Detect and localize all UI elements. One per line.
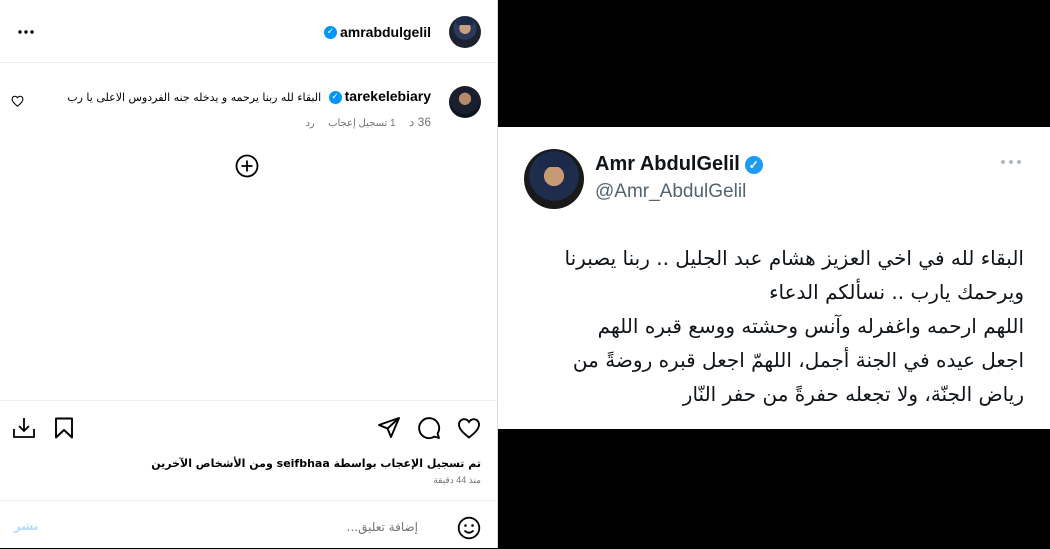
instagram-post-panel: ✓ amrabdulgelil tarekelebiary✓ البقاء لله… bbox=[0, 0, 498, 548]
bookmark-icon[interactable] bbox=[53, 417, 75, 439]
download-icon[interactable] bbox=[11, 415, 37, 441]
verified-badge-icon: ✓ bbox=[744, 155, 763, 174]
tweet-author-handle: @Amr_AbdulGelil bbox=[595, 181, 747, 202]
tweet-more-icon bbox=[1000, 157, 1022, 167]
author-username[interactable]: amrabdulgelil bbox=[340, 24, 431, 40]
post-header: ✓ amrabdulgelil bbox=[0, 0, 497, 63]
load-more-comments-icon[interactable] bbox=[235, 154, 259, 178]
comment-time: 36 د bbox=[408, 115, 431, 129]
comment-reply[interactable]: رد bbox=[305, 118, 314, 129]
comment-likes[interactable]: 1 تسجيل إعجاب bbox=[328, 118, 396, 129]
verified-badge-icon: ✓ bbox=[328, 90, 342, 104]
author-avatar[interactable] bbox=[449, 16, 481, 48]
tweet-card: Amr AbdulGelil ✓ @Amr_AbdulGelil البقاء ل… bbox=[498, 127, 1050, 429]
comment-like-icon[interactable] bbox=[11, 95, 24, 107]
commenter-username[interactable]: tarekelebiary bbox=[345, 88, 431, 104]
verified-badge-icon: ✓ bbox=[323, 26, 337, 39]
post-comment-button[interactable]: نشر bbox=[14, 519, 38, 533]
comment-body: tarekelebiary✓ البقاء لله ربنا يرحمه و ي… bbox=[11, 88, 431, 129]
tweet-author-avatar bbox=[524, 149, 584, 209]
tweet-author-name-text: Amr AbdulGelil bbox=[595, 153, 740, 175]
commenter-avatar[interactable] bbox=[449, 86, 481, 118]
tweet-image-panel: Amr AbdulGelil ✓ @Amr_AbdulGelil البقاء ل… bbox=[498, 0, 1050, 548]
like-icon[interactable] bbox=[457, 417, 481, 439]
post-author[interactable]: ✓ amrabdulgelil bbox=[321, 22, 431, 41]
comment-composer: نشر bbox=[0, 500, 497, 549]
comment-icon[interactable] bbox=[417, 416, 441, 440]
tweet-text: البقاء لله في اخي العزيز هشام عبد الجليل… bbox=[564, 246, 1024, 406]
comment-text: البقاء لله ربنا يرحمه و يدخله جنه الفردو… bbox=[67, 91, 322, 104]
comment-input[interactable] bbox=[60, 515, 420, 539]
action-bar bbox=[0, 400, 497, 455]
share-icon[interactable] bbox=[377, 416, 401, 440]
comment-meta: 36 د 1 تسجيل إعجاب رد bbox=[11, 115, 431, 129]
more-options-icon[interactable] bbox=[16, 22, 36, 42]
tweet-author-name: Amr AbdulGelil ✓ bbox=[595, 153, 763, 176]
post-timestamp[interactable]: منذ 44 دقيقة bbox=[433, 475, 481, 486]
likes-summary[interactable]: تم تسجيل الإعجاب بواسطة seifbhaa ومن الأ… bbox=[151, 457, 481, 470]
emoji-icon[interactable] bbox=[457, 516, 481, 540]
